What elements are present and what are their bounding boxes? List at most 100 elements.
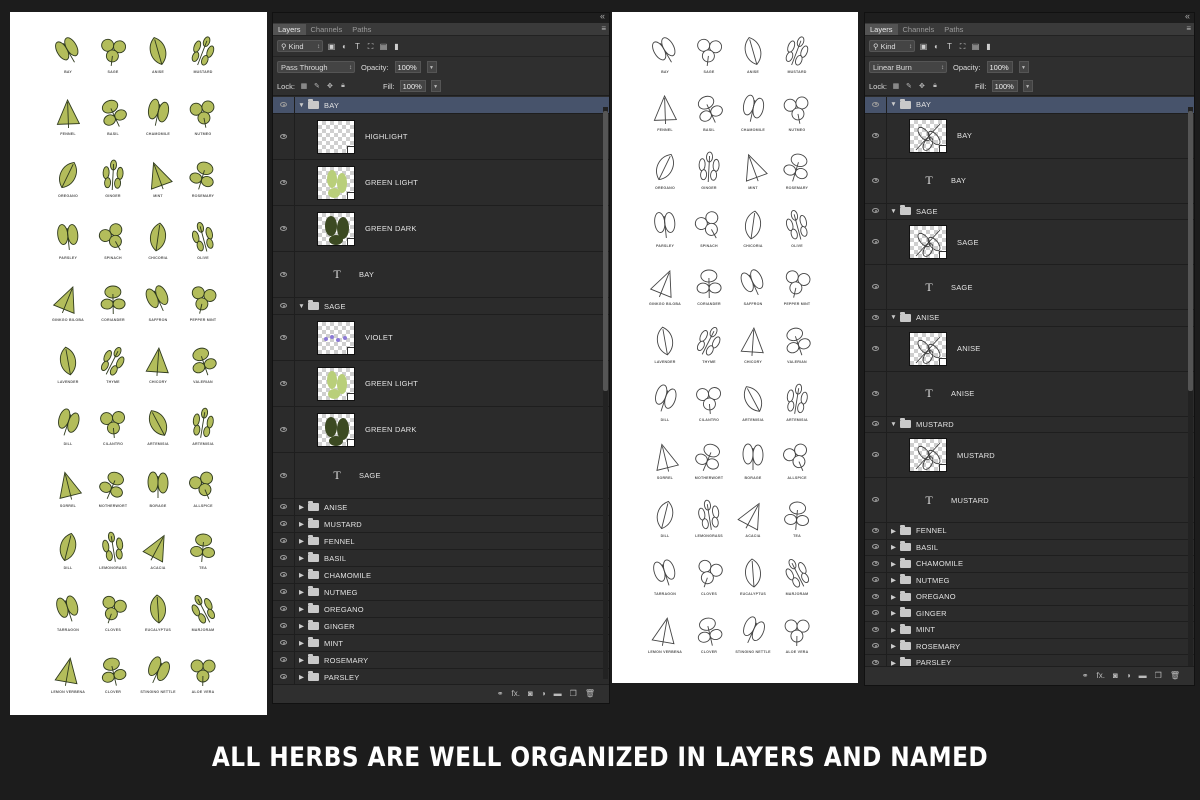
lock-all-icon[interactable]: 🔒︎ (931, 82, 939, 90)
disclosure-closed-icon[interactable]: ▶ (297, 554, 306, 562)
visibility-eye-icon[interactable] (865, 265, 887, 309)
visibility-eye-icon[interactable] (273, 114, 295, 159)
add-mask-icon[interactable]: ◙ (1113, 671, 1118, 681)
disclosure-closed-icon[interactable]: ▶ (297, 639, 306, 647)
tab-layers[interactable]: Layers (865, 24, 898, 35)
disclosure-closed-icon[interactable]: ▶ (297, 673, 306, 681)
layer-row-text[interactable]: T BAY (273, 252, 609, 298)
layer-row-image[interactable]: MUSTARD (865, 433, 1194, 478)
lock-transparent-icon[interactable]: ▦ (892, 82, 900, 90)
lock-all-icon[interactable]: 🔒︎ (339, 82, 347, 90)
layer-row-group[interactable]: ▶ ANISE (273, 499, 609, 516)
image-filter-icon[interactable]: ▣ (919, 42, 928, 51)
layer-row-image[interactable]: VIOLET (273, 315, 609, 361)
visibility-eye-icon[interactable] (865, 539, 887, 555)
layer-row-group[interactable]: ▶ NUTMEG (865, 572, 1194, 589)
disclosure-closed-icon[interactable]: ▶ (297, 656, 306, 664)
panel-menu-icon[interactable]: ≡ (601, 24, 606, 33)
visibility-eye-icon[interactable] (273, 550, 295, 566)
layer-row-image[interactable]: GREEN DARK (273, 206, 609, 252)
filter-kind-select[interactable]: ⚲ Kind (277, 40, 323, 53)
visibility-eye-icon[interactable] (865, 589, 887, 605)
new-group-icon[interactable]: ▬ (554, 689, 562, 699)
visibility-eye-icon[interactable] (273, 499, 295, 515)
disclosure-closed-icon[interactable]: ▶ (297, 588, 306, 596)
blend-mode-select[interactable]: Linear Burn (869, 61, 947, 74)
visibility-eye-icon[interactable] (865, 433, 887, 477)
opacity-dropdown-icon[interactable]: ▼ (426, 61, 437, 73)
layer-row-group[interactable]: ▶ MINT (273, 635, 609, 652)
smart-object-filter-icon[interactable]: ▤ (379, 42, 388, 51)
visibility-eye-icon[interactable] (865, 97, 887, 113)
disclosure-closed-icon[interactable]: ▶ (297, 605, 306, 613)
visibility-eye-icon[interactable] (865, 605, 887, 621)
new-group-icon[interactable]: ▬ (1139, 671, 1147, 681)
panel-menu-icon[interactable]: ≡ (1186, 24, 1191, 33)
visibility-eye-icon[interactable] (273, 206, 295, 251)
fx-icon[interactable]: fx. (512, 689, 520, 699)
layer-row-group[interactable]: ▼ BAY (865, 97, 1194, 114)
layer-row-text[interactable]: T ANISE (865, 371, 1194, 417)
opacity-field[interactable]: 100% (986, 61, 1013, 73)
image-filter-icon[interactable]: ▣ (327, 42, 336, 51)
filter-kind-select[interactable]: ⚲ Kind (869, 40, 915, 53)
collapse-icon[interactable]: « (1185, 13, 1190, 21)
layer-scrollbar[interactable] (1188, 107, 1193, 667)
tab-channels[interactable]: Channels (898, 24, 940, 35)
layer-row-group[interactable]: ▶ ROSEMARY (273, 652, 609, 669)
lock-paint-icon[interactable]: ✎ (313, 82, 321, 90)
visibility-eye-icon[interactable] (865, 622, 887, 638)
layer-row-group[interactable]: ▶ BASIL (273, 550, 609, 567)
visibility-eye-icon[interactable] (273, 407, 295, 452)
disclosure-closed-icon[interactable]: ▶ (889, 593, 898, 601)
visibility-eye-icon[interactable] (865, 203, 887, 219)
layer-row-group[interactable]: ▶ NUTMEG (273, 584, 609, 601)
visibility-eye-icon[interactable] (865, 638, 887, 654)
disclosure-closed-icon[interactable]: ▶ (889, 576, 898, 584)
layer-row-image[interactable]: BAY (865, 113, 1194, 159)
layer-row-group[interactable]: ▶ GINGER (865, 605, 1194, 622)
visibility-eye-icon[interactable] (273, 601, 295, 617)
layer-row-group[interactable]: ▼ BAY (273, 97, 609, 114)
layer-row-group[interactable]: ▶ CHAMOMILE (273, 567, 609, 584)
opacity-field[interactable]: 100% (394, 61, 421, 73)
layer-row-image[interactable]: GREEN LIGHT (273, 160, 609, 206)
layer-row-image[interactable]: ANISE (865, 326, 1194, 372)
layer-row-group[interactable]: ▶ OREGANO (865, 589, 1194, 606)
visibility-eye-icon[interactable] (865, 326, 887, 371)
opacity-dropdown-icon[interactable]: ▼ (1018, 61, 1029, 73)
visibility-eye-icon[interactable] (865, 113, 887, 158)
layer-row-group[interactable]: ▼ SAGE (865, 203, 1194, 220)
layer-row-text[interactable]: T BAY (865, 158, 1194, 204)
layer-row-image[interactable]: HIGHLIGHT (273, 114, 609, 160)
tab-layers[interactable]: Layers (273, 24, 306, 35)
blend-mode-select[interactable]: Pass Through (277, 61, 355, 74)
disclosure-closed-icon[interactable]: ▶ (889, 543, 898, 551)
visibility-eye-icon[interactable] (273, 533, 295, 549)
collapse-icon[interactable]: « (600, 13, 605, 21)
visibility-eye-icon[interactable] (273, 97, 295, 113)
visibility-eye-icon[interactable] (865, 310, 887, 326)
add-mask-icon[interactable]: ◙ (528, 689, 533, 699)
visibility-eye-icon[interactable] (273, 669, 295, 685)
visibility-eye-icon[interactable] (273, 361, 295, 406)
layer-row-group[interactable]: ▼ ANISE (865, 310, 1194, 327)
visibility-eye-icon[interactable] (865, 572, 887, 588)
visibility-eye-icon[interactable] (273, 516, 295, 532)
adjustment-layer-icon[interactable]: ◑ (541, 689, 546, 699)
shape-filter-icon[interactable]: ⛶ (366, 42, 375, 51)
layer-row-group[interactable]: ▼ MUSTARD (865, 416, 1194, 433)
disclosure-closed-icon[interactable]: ▶ (889, 560, 898, 568)
visibility-eye-icon[interactable] (273, 618, 295, 634)
layer-row-image[interactable]: GREEN LIGHT (273, 361, 609, 407)
disclosure-open-icon[interactable]: ▼ (297, 102, 306, 109)
disclosure-closed-icon[interactable]: ▶ (889, 626, 898, 634)
link-layers-icon[interactable]: ⚭ (497, 689, 504, 699)
visibility-eye-icon[interactable] (273, 298, 295, 314)
visibility-eye-icon[interactable] (273, 315, 295, 360)
visibility-eye-icon[interactable] (273, 584, 295, 600)
visibility-eye-icon[interactable] (273, 453, 295, 498)
disclosure-open-icon[interactable]: ▼ (889, 208, 898, 215)
disclosure-closed-icon[interactable]: ▶ (889, 609, 898, 617)
filter-toggle-icon[interactable]: ▮ (392, 42, 401, 51)
